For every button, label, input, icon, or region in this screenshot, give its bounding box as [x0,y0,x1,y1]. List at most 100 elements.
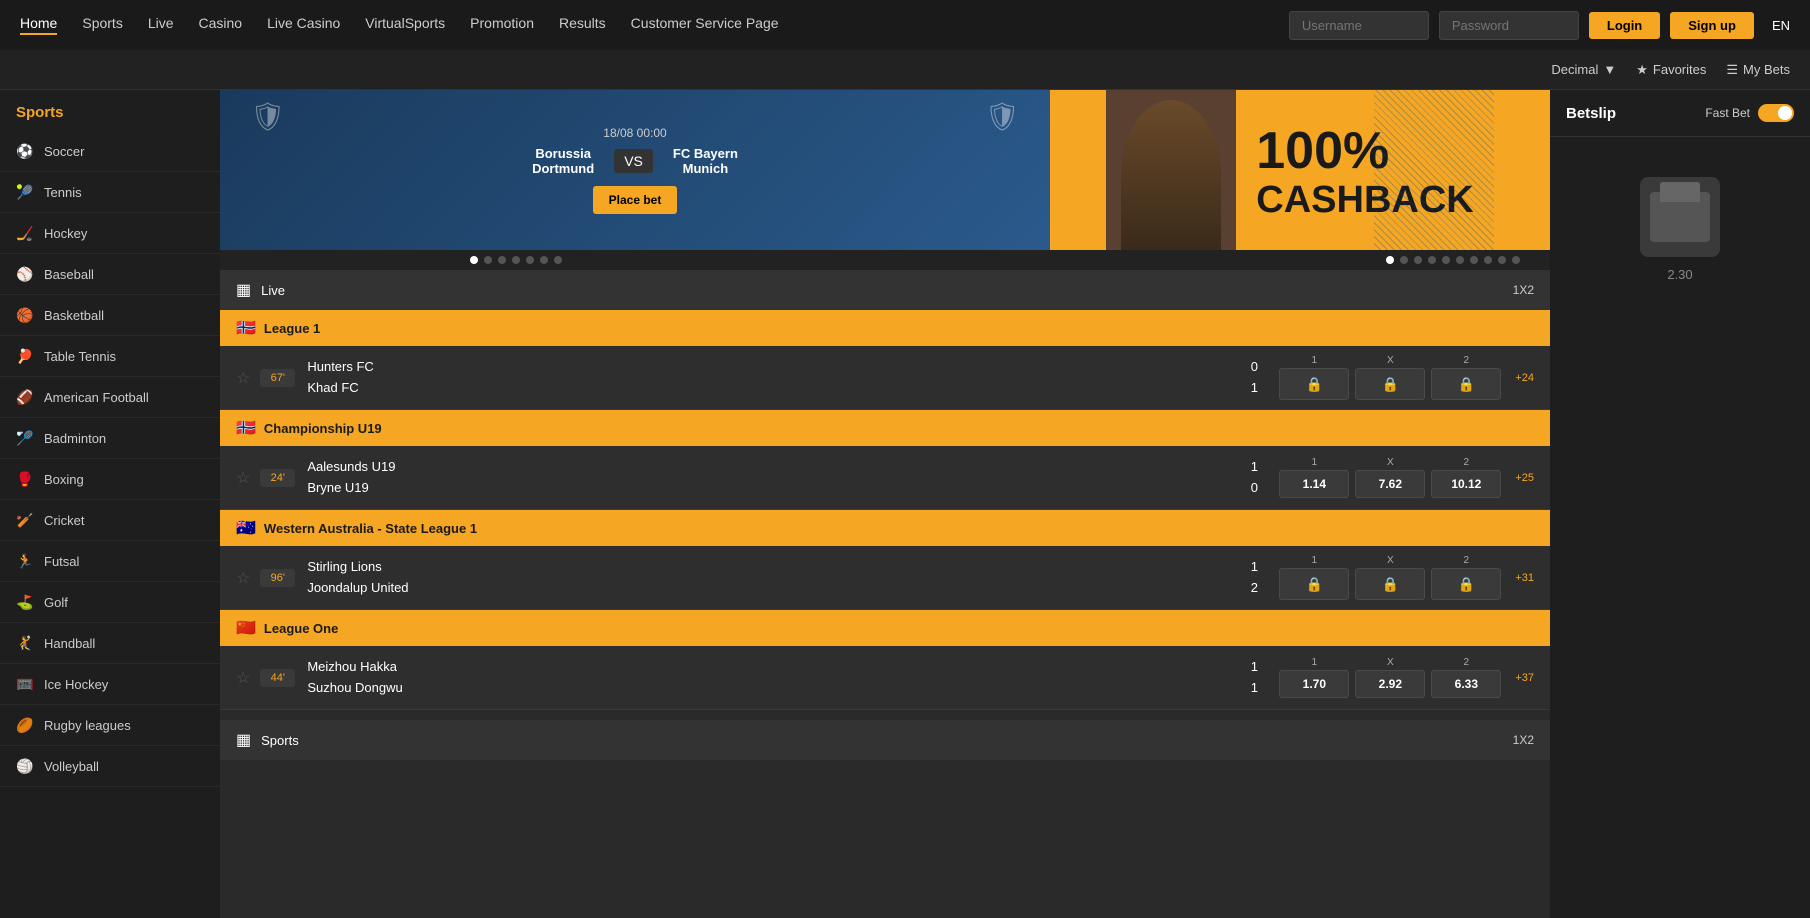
nav-sports[interactable]: Sports [82,15,122,35]
league-row-4: 🇨🇳 League One [220,610,1550,646]
place-bet-button[interactable]: Place bet [593,186,678,214]
dot-r1[interactable] [1386,256,1394,264]
league-2-name: Championship U19 [264,421,382,436]
sidebar-item-cricket[interactable]: 🏏 Cricket [0,500,220,541]
odds-3-1-locked[interactable]: 🔒 [1279,568,1349,600]
sidebar-label-boxing: Boxing [44,472,84,487]
league-row-1: 🇳🇴 League 1 [220,310,1550,346]
nav-promotion[interactable]: Promotion [470,15,534,35]
language-selector[interactable]: EN [1772,18,1790,33]
nav-results[interactable]: Results [559,15,606,35]
odds-4-1-button[interactable]: 1.70 [1279,670,1349,698]
favorites-button[interactable]: ★ Favorites [1636,62,1706,78]
sidebar-label-basketball: Basketball [44,308,104,323]
favorite-star-2[interactable]: ☆ [236,468,250,488]
dot-4[interactable] [512,256,520,264]
dot-r3[interactable] [1414,256,1422,264]
login-button[interactable]: Login [1589,12,1660,39]
volleyball-icon: 🏐 [16,757,34,775]
nav-live[interactable]: Live [148,15,174,35]
sidebar-item-ice-hockey[interactable]: 🥅 Ice Hockey [0,664,220,705]
sidebar-item-basketball[interactable]: 🏀 Basketball [0,295,220,336]
odds-1-locked[interactable]: 🔒 [1279,368,1349,400]
nav-casino[interactable]: Casino [199,15,243,35]
dot-3[interactable] [498,256,506,264]
live-header-label: Live [261,283,285,298]
odds-4-x-button[interactable]: 2.92 [1355,670,1425,698]
username-input[interactable] [1289,11,1429,40]
tennis-icon: 🎾 [16,183,34,201]
sidebar-item-hockey[interactable]: 🏒 Hockey [0,213,220,254]
dot-7[interactable] [554,256,562,264]
sports-col-label: 1X2 [1513,733,1534,747]
main-layout: Sports ⚽ Soccer 🎾 Tennis 🏒 Hockey ⚾ Base… [0,90,1810,918]
match-teams-2: Aalesunds U19 Bryne U19 [307,457,1229,499]
favorite-star-1[interactable]: ☆ [236,368,250,388]
dot-6[interactable] [540,256,548,264]
odds-3-x-locked[interactable]: 🔒 [1355,568,1425,600]
sidebar-item-soccer[interactable]: ⚽ Soccer [0,131,220,172]
badminton-icon: 🏸 [16,429,34,447]
odds-2-2-button[interactable]: 10.12 [1431,470,1501,498]
sidebar-label-cricket: Cricket [44,513,84,528]
sidebar-item-table-tennis[interactable]: 🏓 Table Tennis [0,336,220,377]
more-odds-2[interactable]: +25 [1515,472,1534,484]
match-team1-2: Aalesunds U19 [307,457,1229,478]
nav-live-casino[interactable]: Live Casino [267,15,340,35]
match-score-4: 1 1 [1244,657,1264,699]
odds-x-locked[interactable]: 🔒 [1355,368,1425,400]
dot-r4[interactable] [1428,256,1436,264]
cricket-icon: 🏏 [16,511,34,529]
sidebar-item-tennis[interactable]: 🎾 Tennis [0,172,220,213]
center-content: 🛡 🛡 18/08 00:00 BorussiaDortmund VS FC B… [220,90,1550,918]
dot-r2[interactable] [1400,256,1408,264]
more-odds-4[interactable]: +37 [1515,672,1534,684]
sidebar-item-american-football[interactable]: 🏈 American Football [0,377,220,418]
odds-4-2-button[interactable]: 6.33 [1431,670,1501,698]
nav-virtual-sports[interactable]: VirtualSports [365,15,445,35]
sidebar-item-golf[interactable]: ⛳ Golf [0,582,220,623]
sidebar-label-table-tennis: Table Tennis [44,349,116,364]
sidebar-label-volleyball: Volleyball [44,759,99,774]
fast-bet-toggle[interactable]: Fast Bet [1705,104,1794,122]
sidebar-item-rugby[interactable]: 🏉 Rugby leagues [0,705,220,746]
password-input[interactable] [1439,11,1579,40]
nav-customer-service[interactable]: Customer Service Page [631,15,779,35]
banner-date: 18/08 00:00 [603,126,666,140]
dot-r9[interactable] [1498,256,1506,264]
sidebar: Sports ⚽ Soccer 🎾 Tennis 🏒 Hockey ⚾ Base… [0,90,220,918]
betslip-amount: 2.30 [1667,267,1692,282]
dot-2[interactable] [484,256,492,264]
live-col-label: 1X2 [1513,283,1534,297]
favorite-star-4[interactable]: ☆ [236,668,250,688]
odds-2-x-button[interactable]: 7.62 [1355,470,1425,498]
favorite-star-3[interactable]: ☆ [236,568,250,588]
dot-r8[interactable] [1484,256,1492,264]
sidebar-item-badminton[interactable]: 🏸 Badminton [0,418,220,459]
hockey-icon: 🏒 [16,224,34,242]
signup-button[interactable]: Sign up [1670,12,1754,39]
dot-r5[interactable] [1442,256,1450,264]
sidebar-item-boxing[interactable]: 🥊 Boxing [0,459,220,500]
dot-5[interactable] [526,256,534,264]
dot-1[interactable] [470,256,478,264]
decimal-selector[interactable]: Decimal ▼ [1551,62,1616,77]
dot-r10[interactable] [1512,256,1520,264]
match-time-2: 24' [260,469,295,487]
dot-r7[interactable] [1470,256,1478,264]
odds-2-locked[interactable]: 🔒 [1431,368,1501,400]
fast-bet-switch[interactable] [1758,104,1794,122]
more-odds-3[interactable]: +31 [1515,572,1534,584]
sidebar-item-handball[interactable]: 🤾 Handball [0,623,220,664]
sidebar-item-baseball[interactable]: ⚾ Baseball [0,254,220,295]
banner-dots-left [220,256,562,264]
sidebar-item-futsal[interactable]: 🏃 Futsal [0,541,220,582]
more-odds-1[interactable]: +24 [1515,372,1534,384]
nav-links: Home Sports Live Casino Live Casino Virt… [20,15,1259,35]
nav-home[interactable]: Home [20,15,57,35]
sidebar-item-volleyball[interactable]: 🏐 Volleyball [0,746,220,787]
odds-3-2-locked[interactable]: 🔒 [1431,568,1501,600]
mybets-button[interactable]: ☰ My Bets [1726,62,1790,78]
dot-r6[interactable] [1456,256,1464,264]
odds-2-1-button[interactable]: 1.14 [1279,470,1349,498]
